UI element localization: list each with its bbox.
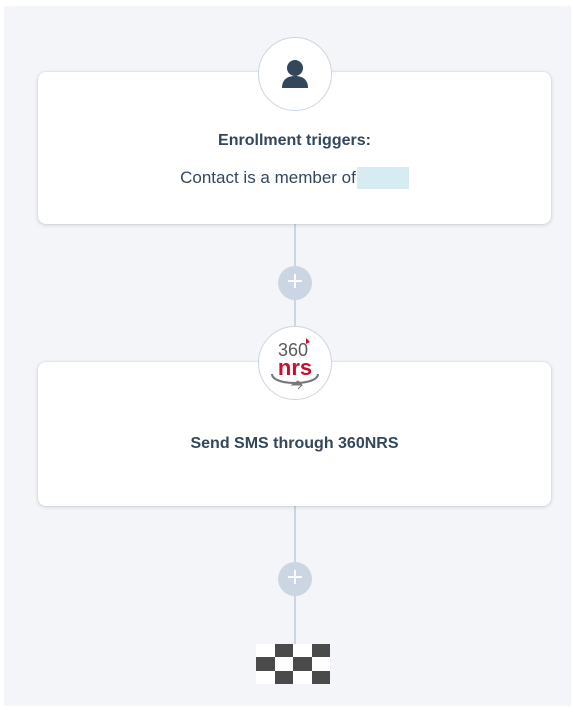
trigger-icon-circle <box>258 37 332 111</box>
redacted-list-name <box>356 167 409 189</box>
360nrs-logo: 360 nrs <box>271 338 319 390</box>
trigger-description: Contact is a member of <box>38 167 551 189</box>
action-title: Send SMS through 360NRS <box>190 435 399 452</box>
user-icon <box>282 60 308 88</box>
trigger-description-text: Contact is a member of <box>180 168 356 187</box>
add-action-button[interactable]: + <box>278 562 312 596</box>
logo-text-bottom: nrs <box>278 355 312 380</box>
workflow-canvas: Enrollment triggers: Contact is a member… <box>4 6 571 706</box>
trigger-title: Enrollment triggers: <box>218 132 371 149</box>
add-action-button[interactable]: + <box>278 266 312 300</box>
action-logo-circle: 360 nrs <box>258 326 332 400</box>
checkered-flag-icon <box>256 644 330 684</box>
